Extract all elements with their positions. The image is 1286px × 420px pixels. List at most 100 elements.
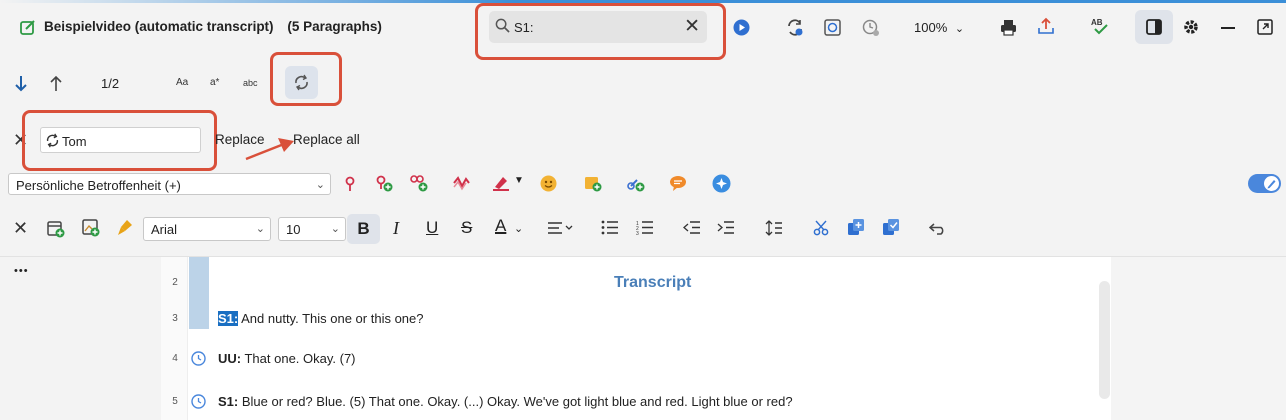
more-options-icon[interactable]: ••• bbox=[14, 265, 29, 277]
scissors-icon[interactable] bbox=[813, 219, 831, 237]
svg-text:3: 3 bbox=[636, 231, 639, 235]
vertical-scrollbar[interactable] bbox=[1099, 281, 1110, 399]
code-cloud-icon[interactable] bbox=[451, 174, 471, 192]
line-number: 3 bbox=[172, 313, 178, 324]
print-icon[interactable] bbox=[1000, 19, 1017, 36]
sidebar-panel-icon bbox=[1146, 19, 1162, 35]
align-dropdown-icon[interactable] bbox=[547, 221, 573, 235]
match-counter: 1/2 bbox=[101, 76, 120, 91]
ai-assist-icon[interactable] bbox=[712, 174, 731, 193]
font-size-select[interactable]: 10 ⌄ bbox=[278, 217, 346, 241]
outdent-icon[interactable] bbox=[683, 220, 701, 235]
line-spacing-icon[interactable] bbox=[765, 219, 783, 237]
line-text: And nutty. This one or this one? bbox=[238, 311, 424, 326]
font-family-value: Arial bbox=[151, 222, 178, 237]
chevron-down-icon: ⌄ bbox=[255, 223, 265, 235]
chevron-down-icon[interactable]: ⌄ bbox=[514, 222, 523, 235]
numbered-list-icon[interactable]: 123 bbox=[636, 220, 654, 235]
speaker-label: S1: bbox=[218, 394, 239, 409]
minimize-icon[interactable] bbox=[1221, 27, 1235, 29]
edit-document-icon bbox=[20, 20, 35, 35]
search-icon bbox=[495, 18, 510, 33]
clock-icon[interactable] bbox=[191, 394, 206, 409]
whole-word-option[interactable]: abc bbox=[243, 78, 258, 88]
play-icon[interactable] bbox=[733, 19, 750, 36]
emoticon-icon[interactable] bbox=[540, 175, 557, 192]
annotation-arrow bbox=[245, 138, 294, 161]
clock-settings-icon[interactable] bbox=[862, 19, 880, 37]
search-input[interactable]: S1: bbox=[514, 20, 534, 35]
paste-check-icon[interactable] bbox=[882, 218, 900, 236]
add-image-icon[interactable] bbox=[82, 219, 100, 237]
replace-arrows-icon bbox=[46, 133, 59, 148]
svg-text:AB: AB bbox=[1091, 18, 1103, 27]
replace-all-button[interactable]: Replace all bbox=[293, 132, 360, 147]
code-select-value: Persönliche Betroffenheit (+) bbox=[16, 178, 181, 193]
strikethrough-button[interactable]: S bbox=[461, 218, 472, 238]
paragraph-count: (5 Paragraphs) bbox=[287, 19, 382, 34]
line-number: 5 bbox=[172, 396, 178, 407]
line-text: That one. Okay. (7) bbox=[241, 351, 356, 366]
add-memo-icon[interactable] bbox=[584, 174, 602, 192]
maximize-icon[interactable] bbox=[1257, 19, 1273, 35]
export-icon[interactable] bbox=[1037, 17, 1055, 35]
panel-toggle-button[interactable] bbox=[1135, 10, 1173, 44]
regex-option[interactable]: a* bbox=[210, 77, 219, 88]
chevron-down-icon: ⌄ bbox=[330, 223, 340, 235]
edit-mode-toggle[interactable] bbox=[1248, 174, 1281, 193]
bullet-list-icon[interactable] bbox=[601, 220, 619, 235]
arrow-up-icon[interactable] bbox=[49, 75, 63, 92]
line-number: 2 bbox=[172, 277, 178, 288]
code-select[interactable]: Persönliche Betroffenheit (+) ⌄ bbox=[8, 173, 331, 195]
transcript-line[interactable]: S1: And nutty. This one or this one? bbox=[218, 311, 423, 326]
transcript-line[interactable]: UU: That one. Okay. (7) bbox=[218, 351, 356, 366]
font-color-button[interactable]: A bbox=[495, 216, 506, 236]
line-text: Blue or red? Blue. (5) That one. Okay. (… bbox=[238, 394, 793, 409]
speaker-label: UU: bbox=[218, 351, 242, 366]
speaker-label-highlighted: S1: bbox=[218, 311, 239, 326]
code-pin-icon[interactable] bbox=[343, 174, 357, 192]
toggle-knob bbox=[1264, 176, 1279, 191]
spellcheck-icon[interactable]: AB bbox=[1091, 16, 1109, 36]
clock-icon[interactable] bbox=[191, 351, 206, 366]
clear-search-icon[interactable]: ✕ bbox=[684, 15, 700, 38]
zoom-value: 100% bbox=[914, 20, 948, 35]
right-side-panel bbox=[1111, 257, 1286, 420]
settings-gear-icon[interactable] bbox=[1182, 18, 1200, 36]
zoom-dropdown[interactable]: 100% ⌄ bbox=[914, 20, 964, 35]
line-number: 4 bbox=[172, 353, 178, 364]
italic-button[interactable]: I bbox=[393, 218, 399, 239]
close-format-icon[interactable]: ✕ bbox=[13, 218, 28, 239]
add-timestamp-icon[interactable] bbox=[47, 220, 65, 238]
search-box[interactable]: S1: ✕ bbox=[489, 11, 707, 43]
chevron-down-icon[interactable]: ▼ bbox=[514, 175, 524, 186]
copy-add-icon[interactable] bbox=[847, 218, 865, 236]
pencil-icon bbox=[1267, 180, 1276, 189]
transcript-heading: Transcript bbox=[614, 274, 692, 291]
underline-button[interactable]: U bbox=[426, 218, 438, 238]
undo-icon[interactable] bbox=[929, 221, 947, 235]
transcript-line[interactable]: S1: Blue or red? Blue. (5) That one. Oka… bbox=[218, 394, 793, 409]
add-multi-code-icon[interactable] bbox=[409, 174, 429, 192]
font-size-value: 10 bbox=[286, 222, 301, 237]
chevron-down-icon: ⌄ bbox=[315, 179, 325, 191]
replace-arrows-icon bbox=[295, 74, 308, 91]
page-title: Beispielvideo (automatic transcript) (5 … bbox=[44, 19, 382, 34]
font-family-select[interactable]: Arial ⌄ bbox=[143, 217, 271, 241]
bold-button[interactable]: B bbox=[347, 214, 380, 244]
format-painter-icon[interactable] bbox=[116, 218, 134, 237]
indent-icon[interactable] bbox=[717, 220, 735, 235]
replace-input[interactable]: Tom bbox=[62, 134, 87, 149]
highlighter-icon[interactable] bbox=[492, 174, 510, 192]
match-case-option[interactable]: Aa bbox=[176, 77, 188, 88]
comment-icon[interactable] bbox=[669, 175, 687, 192]
replace-mode-toggle[interactable] bbox=[285, 66, 318, 99]
timestamp-icon[interactable] bbox=[824, 19, 841, 36]
document-title: Beispielvideo (automatic transcript) bbox=[44, 19, 274, 34]
arrow-down-icon[interactable] bbox=[14, 75, 28, 92]
add-code-icon[interactable] bbox=[375, 174, 393, 192]
sync-playback-icon[interactable] bbox=[786, 18, 805, 37]
add-link-icon[interactable] bbox=[627, 174, 645, 192]
paragraph-marker-bar bbox=[189, 257, 209, 329]
replace-field[interactable]: Tom bbox=[40, 127, 201, 153]
